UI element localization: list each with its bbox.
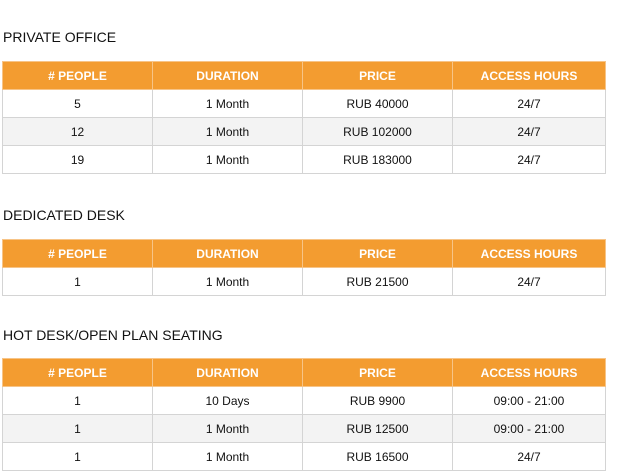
section-title-hot-desk: HOT DESK/OPEN PLAN SEATING: [3, 327, 223, 343]
cell-access-hours: 24/7: [452, 117, 606, 146]
header-price: PRICE: [302, 239, 453, 268]
table-row: 19 1 Month RUB 183000 24/7: [2, 145, 606, 174]
cell-duration: 1 Month: [152, 145, 303, 174]
section-title-dedicated-desk: DEDICATED DESK: [3, 207, 125, 223]
cell-people: 5: [2, 89, 153, 118]
cell-access-hours: 24/7: [452, 267, 606, 296]
table-header-row: # PEOPLE DURATION PRICE ACCESS HOURS: [2, 239, 606, 268]
table-header-row: # PEOPLE DURATION PRICE ACCESS HOURS: [2, 61, 606, 90]
cell-price: RUB 21500: [302, 267, 453, 296]
cell-duration: 1 Month: [152, 267, 303, 296]
cell-price: RUB 9900: [302, 386, 453, 415]
cell-people: 1: [2, 442, 153, 471]
section-title-private-office: PRIVATE OFFICE: [3, 29, 117, 45]
private-office-table: # PEOPLE DURATION PRICE ACCESS HOURS 5 1…: [2, 61, 606, 174]
cell-access-hours: 24/7: [452, 145, 606, 174]
cell-access-hours: 09:00 - 21:00: [452, 414, 606, 443]
cell-people: 1: [2, 414, 153, 443]
dedicated-desk-table: # PEOPLE DURATION PRICE ACCESS HOURS 1 1…: [2, 239, 606, 296]
cell-access-hours: 24/7: [452, 442, 606, 471]
cell-duration: 1 Month: [152, 89, 303, 118]
header-price: PRICE: [302, 358, 453, 387]
cell-access-hours: 09:00 - 21:00: [452, 386, 606, 415]
header-access-hours: ACCESS HOURS: [452, 358, 606, 387]
table-row: 1 10 Days RUB 9900 09:00 - 21:00: [2, 386, 606, 415]
header-duration: DURATION: [152, 358, 303, 387]
cell-people: 1: [2, 267, 153, 296]
cell-people: 19: [2, 145, 153, 174]
cell-people: 1: [2, 386, 153, 415]
table-row: 1 1 Month RUB 12500 09:00 - 21:00: [2, 414, 606, 443]
cell-price: RUB 12500: [302, 414, 453, 443]
header-people: # PEOPLE: [2, 358, 153, 387]
cell-duration: 1 Month: [152, 442, 303, 471]
cell-duration: 10 Days: [152, 386, 303, 415]
header-price: PRICE: [302, 61, 453, 90]
header-duration: DURATION: [152, 239, 303, 268]
header-access-hours: ACCESS HOURS: [452, 239, 606, 268]
cell-price: RUB 40000: [302, 89, 453, 118]
table-row: 5 1 Month RUB 40000 24/7: [2, 89, 606, 118]
cell-access-hours: 24/7: [452, 89, 606, 118]
table-row: 1 1 Month RUB 16500 24/7: [2, 442, 606, 471]
cell-people: 12: [2, 117, 153, 146]
header-duration: DURATION: [152, 61, 303, 90]
cell-duration: 1 Month: [152, 414, 303, 443]
cell-duration: 1 Month: [152, 117, 303, 146]
table-row: 1 1 Month RUB 21500 24/7: [2, 267, 606, 296]
cell-price: RUB 183000: [302, 145, 453, 174]
header-people: # PEOPLE: [2, 61, 153, 90]
cell-price: RUB 16500: [302, 442, 453, 471]
table-row: 12 1 Month RUB 102000 24/7: [2, 117, 606, 146]
cell-price: RUB 102000: [302, 117, 453, 146]
header-people: # PEOPLE: [2, 239, 153, 268]
hot-desk-table: # PEOPLE DURATION PRICE ACCESS HOURS 1 1…: [2, 358, 606, 471]
header-access-hours: ACCESS HOURS: [452, 61, 606, 90]
table-header-row: # PEOPLE DURATION PRICE ACCESS HOURS: [2, 358, 606, 387]
